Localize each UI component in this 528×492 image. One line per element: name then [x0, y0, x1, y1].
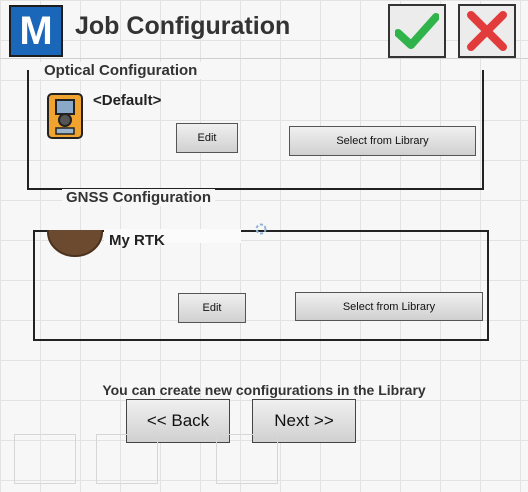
gnss-receiver-icon — [46, 230, 104, 258]
confirm-button[interactable] — [388, 4, 446, 58]
app-logo: M — [9, 5, 63, 57]
next-button-label: Next >> — [274, 411, 334, 430]
header-divider — [0, 58, 528, 59]
optical-edit-label: Edit — [197, 132, 217, 144]
optical-section-title: Optical Configuration — [40, 62, 202, 79]
back-button-label: << Back — [146, 411, 210, 430]
empty-slot — [14, 434, 76, 484]
empty-slot — [96, 434, 158, 484]
checkmark-icon — [395, 13, 439, 49]
gnss-section-title: GNSS Configuration — [62, 189, 215, 206]
logo-letter: M — [19, 9, 53, 53]
cancel-button[interactable] — [458, 4, 516, 58]
gnss-edit-label: Edit — [202, 302, 222, 314]
optical-config-value: <Default> — [93, 92, 162, 109]
total-station-icon — [44, 90, 86, 142]
optical-select-library-label: Select from Library — [336, 135, 429, 147]
gnss-select-library-label: Select from Library — [342, 300, 436, 313]
page-title: Job Configuration — [75, 12, 291, 40]
gnss-config-value: My RTK — [109, 232, 165, 249]
empty-slot — [216, 434, 278, 484]
optical-select-library-button[interactable]: Select from Library — [289, 126, 476, 156]
loading-spinner-icon — [254, 222, 268, 236]
close-icon — [467, 11, 507, 51]
gnss-select-library-button[interactable]: Select from Library — [295, 292, 483, 321]
optical-edit-button[interactable]: Edit — [176, 123, 238, 153]
gnss-edit-button[interactable]: Edit — [178, 293, 246, 323]
library-hint-text: You can create new configurations in the… — [102, 382, 426, 398]
